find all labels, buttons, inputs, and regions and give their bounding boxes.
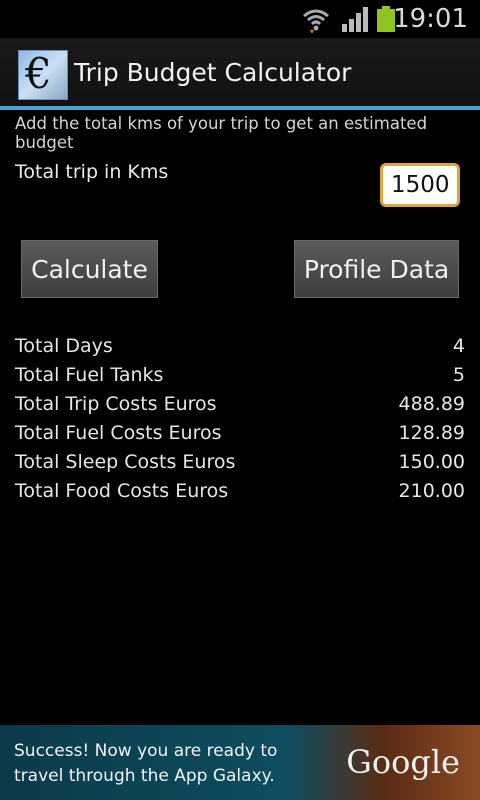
result-row-sleep-costs: Total Sleep Costs Euros 150.00	[15, 447, 465, 476]
euro-icon-glyph: €	[25, 49, 52, 98]
ad-line-2: travel through the App Galaxy.	[14, 766, 275, 786]
result-label: Total Fuel Costs Euros	[15, 421, 222, 444]
result-value: 488.89	[398, 392, 465, 415]
result-row-total-days: Total Days 4	[15, 331, 465, 360]
result-value: 5	[452, 363, 465, 386]
result-label: Total Food Costs Euros	[15, 479, 229, 502]
signal-icon	[342, 7, 368, 32]
result-value: 150.00	[398, 450, 465, 473]
wifi-icon	[303, 9, 329, 34]
results-list: Total Days 4 Total Fuel Tanks 5 Total Tr…	[15, 331, 465, 505]
trip-kms-label: Total trip in Kms	[15, 161, 169, 183]
result-label: Total Trip Costs Euros	[15, 392, 217, 415]
title-divider	[0, 106, 480, 110]
result-value: 4	[452, 334, 465, 357]
instructions-text: Add the total kms of your trip to get an…	[15, 114, 428, 152]
ad-banner[interactable]: Success! Now you are ready to travel thr…	[0, 725, 480, 800]
result-label: Total Sleep Costs Euros	[15, 450, 236, 473]
result-label: Total Days	[15, 334, 113, 357]
result-row-fuel-costs: Total Fuel Costs Euros 128.89	[15, 418, 465, 447]
result-label: Total Fuel Tanks	[15, 363, 164, 386]
result-row-food-costs: Total Food Costs Euros 210.00	[15, 476, 465, 505]
page-title: Trip Budget Calculator	[74, 58, 352, 87]
euro-road-app-icon: €	[18, 49, 68, 100]
app-title-bar: € Trip Budget Calculator	[0, 38, 480, 106]
ad-text: Success! Now you are ready to travel thr…	[14, 739, 314, 789]
result-row-fuel-tanks: Total Fuel Tanks 5	[15, 360, 465, 389]
profile-data-button[interactable]: Profile Data	[294, 240, 459, 298]
google-logo: Google	[346, 743, 460, 781]
calculate-button[interactable]: Calculate	[21, 240, 158, 298]
trip-kms-input[interactable]	[380, 163, 460, 207]
ad-line-1: Success! Now you are ready to	[14, 741, 278, 761]
result-value: 128.89	[398, 421, 465, 444]
result-value: 210.00	[398, 479, 465, 502]
status-time: 19:01	[393, 4, 468, 34]
result-row-trip-costs: Total Trip Costs Euros 488.89	[15, 389, 465, 418]
status-bar: 19:01	[0, 0, 480, 38]
